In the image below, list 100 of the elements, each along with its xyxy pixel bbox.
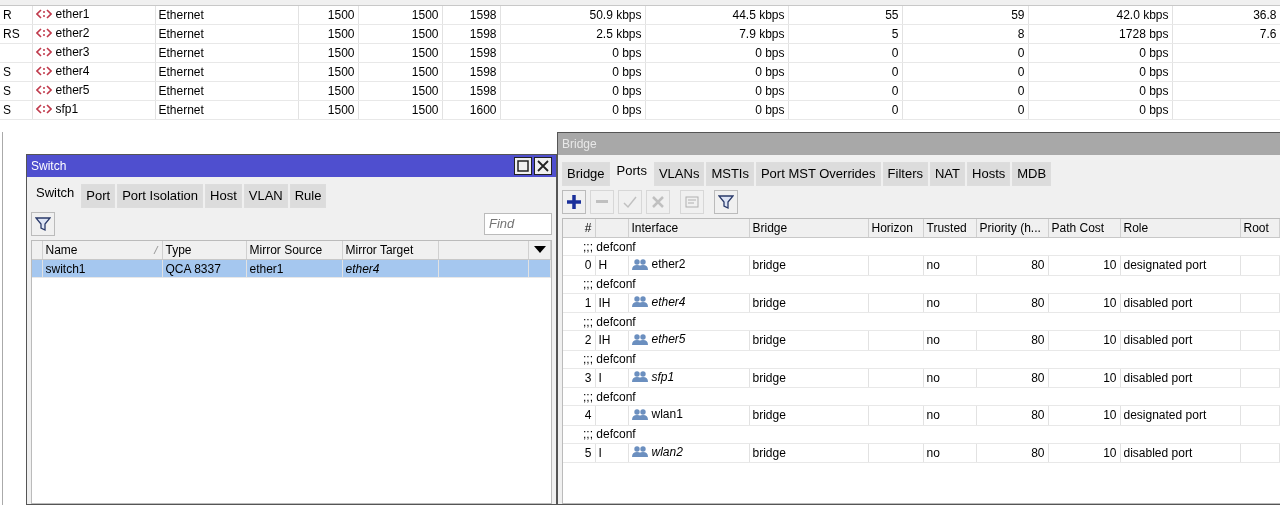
interface-label: ether3 bbox=[55, 44, 90, 60]
interface-label: ether4 bbox=[55, 63, 90, 79]
users-icon bbox=[631, 407, 648, 421]
table-cell: 0 bbox=[902, 43, 1028, 63]
flags-cell: H bbox=[595, 255, 628, 275]
table-cell: 42.0 kbps bbox=[1028, 6, 1172, 25]
tab[interactable]: Bridge bbox=[562, 162, 610, 186]
table-cell: 10 bbox=[1048, 405, 1120, 425]
interface-label: ether1 bbox=[55, 6, 90, 22]
flags-cell: IH bbox=[595, 330, 628, 350]
filter-icon bbox=[718, 193, 734, 210]
table-cell: 0 bps bbox=[1028, 81, 1172, 101]
column-header[interactable]: Priority (h... bbox=[976, 218, 1048, 238]
table-cell: 7.6 bbox=[1172, 24, 1280, 44]
tab[interactable]: Rule bbox=[289, 184, 327, 208]
tab[interactable]: Port bbox=[81, 184, 116, 208]
column-header[interactable]: Interface bbox=[628, 218, 749, 238]
caret-icon bbox=[534, 245, 546, 254]
interface-icon bbox=[35, 65, 52, 77]
column-header[interactable]: Horizon bbox=[868, 218, 923, 238]
table-cell: 1598 bbox=[442, 81, 500, 101]
tab[interactable]: Port MST Overrides bbox=[755, 162, 881, 186]
flags-cell: R bbox=[0, 6, 32, 25]
table-cell: 0 bps bbox=[645, 81, 788, 101]
table-row[interactable]: switch1 QCA 8337 ether1 ether4 bbox=[32, 259, 551, 278]
table-cell: 0 bps bbox=[500, 43, 645, 63]
table-cell: 1600 bbox=[442, 100, 500, 120]
table-cell: 10 bbox=[1048, 368, 1120, 388]
interface-icon bbox=[35, 27, 52, 39]
interface-icon bbox=[35, 103, 52, 115]
interface-icon bbox=[35, 84, 52, 96]
column-header[interactable]: Path Cost bbox=[1048, 218, 1120, 238]
column-header[interactable]: Trusted bbox=[923, 218, 976, 238]
table-cell: 1500 bbox=[298, 24, 358, 44]
table-cell: bridge bbox=[749, 255, 868, 275]
tab[interactable]: Port Isolation bbox=[117, 184, 203, 208]
close-button[interactable] bbox=[534, 157, 552, 175]
tab[interactable]: NAT bbox=[929, 162, 965, 186]
flags-cell: IH bbox=[595, 293, 628, 313]
table-cell: 0 bps bbox=[645, 43, 788, 63]
note-icon bbox=[684, 193, 700, 210]
table-cell: no bbox=[923, 405, 976, 425]
interface-icon bbox=[35, 8, 52, 20]
tab[interactable]: VLAN bbox=[243, 184, 288, 208]
column-header[interactable]: Role bbox=[1120, 218, 1240, 238]
table-cell: 10 bbox=[1048, 330, 1120, 350]
column-header[interactable]: Mirror Target bbox=[342, 240, 438, 260]
table-cell: 5 bbox=[788, 24, 902, 44]
maximize-button[interactable] bbox=[514, 157, 532, 175]
table-cell: designated port bbox=[1120, 405, 1240, 425]
table-cell: 0 bps bbox=[1028, 43, 1172, 63]
table-cell: 0 bbox=[788, 81, 902, 101]
table-cell: 0 bps bbox=[645, 100, 788, 120]
table-cell: bridge bbox=[749, 443, 868, 463]
interface-icon bbox=[35, 46, 52, 58]
maximize-icon bbox=[517, 160, 529, 172]
interface-label: ether4 bbox=[651, 293, 686, 310]
table-cell: 0 bps bbox=[1028, 62, 1172, 82]
find-field[interactable]: Find bbox=[484, 212, 552, 235]
tab[interactable]: MDB bbox=[1012, 162, 1052, 186]
filter-button[interactable] bbox=[31, 211, 55, 236]
tab[interactable]: Hosts bbox=[967, 162, 1011, 186]
interface-label: wlan2 bbox=[651, 443, 683, 460]
table-cell: 1500 bbox=[358, 100, 442, 120]
row-number: 5 bbox=[563, 443, 595, 463]
table-cell: 10 bbox=[1048, 443, 1120, 463]
filter-icon bbox=[35, 215, 51, 232]
add-button[interactable] bbox=[562, 189, 586, 214]
table-cell: 1500 bbox=[298, 6, 358, 25]
table-cell: 1500 bbox=[298, 81, 358, 101]
table-cell: 36.8 bbox=[1172, 6, 1280, 25]
table-cell: 1500 bbox=[298, 62, 358, 82]
table-cell: 0 bbox=[902, 81, 1028, 101]
column-header[interactable]: Bridge bbox=[749, 218, 868, 238]
interface-label: ether2 bbox=[651, 256, 686, 272]
table-cell: 0 bbox=[788, 100, 902, 120]
table-cell: 7.9 kbps bbox=[645, 24, 788, 44]
table-cell: 10 bbox=[1048, 293, 1120, 313]
filter-button[interactable] bbox=[714, 189, 738, 214]
table-cell: 0 bps bbox=[500, 81, 645, 101]
table-cell: 1500 bbox=[298, 100, 358, 120]
table-cell: 55 bbox=[788, 6, 902, 25]
table-cell: 1728 bps bbox=[1028, 24, 1172, 44]
table-cell: 80 bbox=[976, 255, 1048, 275]
table-cell: disabled port bbox=[1120, 293, 1240, 313]
table-cell: 1500 bbox=[358, 81, 442, 101]
column-header[interactable]: # bbox=[563, 218, 595, 238]
column-header[interactable]: Root bbox=[1240, 218, 1279, 238]
column-header[interactable]: Mirror Source bbox=[246, 240, 342, 260]
table-cell: 50.9 kbps bbox=[500, 6, 645, 25]
tab[interactable]: MSTIs bbox=[706, 162, 754, 186]
tab[interactable]: Host bbox=[205, 184, 242, 208]
interface-label: ether5 bbox=[55, 82, 90, 98]
tab[interactable]: Filters bbox=[882, 162, 928, 186]
column-header[interactable]: Type bbox=[162, 240, 246, 260]
flags-cell: I bbox=[595, 368, 628, 388]
row-number: 2 bbox=[563, 330, 595, 350]
table-cell: 80 bbox=[976, 330, 1048, 350]
table-cell: bridge bbox=[749, 405, 868, 425]
tab[interactable]: VLANs bbox=[653, 162, 705, 186]
